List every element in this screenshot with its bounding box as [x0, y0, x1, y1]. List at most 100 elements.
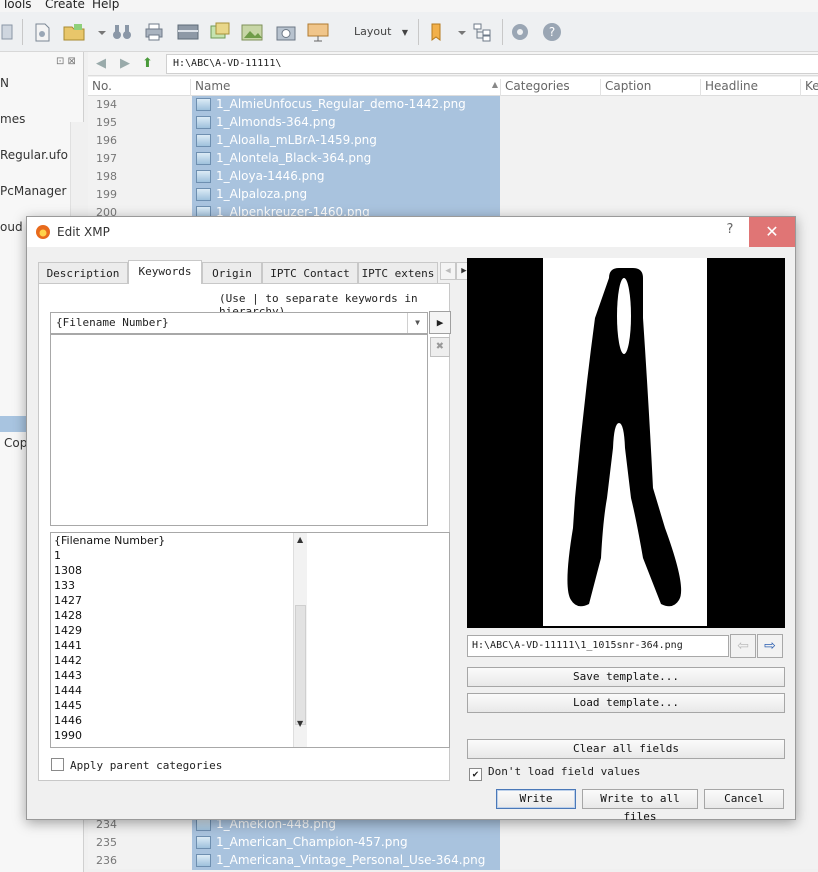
apply-parent-checkbox[interactable]: Apply parent categories — [51, 758, 222, 772]
tab-scroll-left-icon[interactable]: ◀ — [440, 262, 456, 280]
table-row[interactable]: 194 1_AlmieUnfocus_Regular_demo-1442.png — [88, 96, 508, 114]
table-row[interactable]: 236 1_Americana_Vintage_Personal_Use-364.… — [88, 852, 508, 870]
dialog-title-bar[interactable]: Edit XMP ? ✕ — [27, 217, 795, 247]
tree-item[interactable]: mes — [0, 112, 25, 126]
keywords-textarea[interactable] — [50, 334, 428, 526]
tree-item[interactable]: Regular.ufo — [0, 148, 68, 162]
scroll-down-icon[interactable]: ▼ — [297, 719, 303, 728]
column-header-categories[interactable]: Categories — [500, 79, 570, 96]
menu-create[interactable]: Create — [45, 0, 85, 11]
tree-item[interactable]: PcManager — [0, 184, 66, 198]
play-arrow-icon: ▶ — [436, 316, 444, 329]
column-header-caption[interactable]: Caption — [600, 79, 651, 96]
list-item[interactable]: 1441 — [54, 639, 82, 652]
tab-keywords[interactable]: Keywords — [128, 260, 202, 284]
clear-all-fields-button[interactable]: Clear all fields — [467, 739, 785, 759]
toolbar-separator — [502, 19, 503, 45]
list-item[interactable]: 1443 — [54, 669, 82, 682]
list-item[interactable]: {Filename Number} — [54, 534, 165, 547]
column-header-name[interactable]: Name ▲ — [190, 79, 502, 96]
list-item[interactable]: 1444 — [54, 684, 82, 697]
preview-path-field[interactable]: H:\ABC\A-VD-11111\1_1015snr-364.png — [467, 635, 729, 657]
print-icon[interactable] — [142, 21, 166, 43]
edit-xmp-dialog: Edit XMP ? ✕ Description Keywords Origin… — [26, 216, 796, 823]
column-header-headline[interactable]: Headline — [700, 79, 758, 96]
tree-selection — [0, 416, 26, 432]
table-row[interactable]: 197 1_Alontela_Black-364.png — [88, 150, 508, 168]
table-row[interactable]: 195 1_Almonds-364.png — [88, 114, 508, 132]
list-item[interactable]: 133 — [54, 579, 75, 592]
layout-dropdown[interactable]: Layout ▼ — [346, 20, 416, 44]
list-item[interactable]: 1 — [54, 549, 61, 562]
menu-tools[interactable]: Tools — [2, 0, 32, 11]
back-arrow-icon[interactable]: ◀ — [96, 56, 106, 71]
camera-icon[interactable] — [274, 21, 298, 43]
table-row[interactable]: 198 1_Aloya-1446.png — [88, 168, 508, 186]
dropdown-arrow-icon[interactable] — [90, 21, 106, 43]
table-row[interactable]: 199 1_Alpaloza.png — [88, 186, 508, 204]
scrollbar-thumb[interactable] — [295, 605, 306, 725]
image-file-icon — [196, 152, 211, 165]
cancel-button[interactable]: Cancel — [704, 789, 784, 809]
save-template-button[interactable]: Save template... — [467, 667, 785, 687]
checkbox-empty-icon[interactable] — [51, 758, 64, 771]
tree-structure-icon[interactable] — [470, 21, 494, 43]
dialog-help-button[interactable]: ? — [715, 222, 745, 242]
list-item[interactable]: 1990 — [54, 729, 82, 742]
list-item[interactable]: 1427 — [54, 594, 82, 607]
image-gallery-icon[interactable] — [240, 21, 264, 43]
binoculars-icon[interactable] — [110, 21, 134, 43]
arrow-right-icon: ⇨ — [764, 638, 776, 654]
tab-origin[interactable]: Origin — [202, 262, 262, 283]
bookmark-icon[interactable] — [424, 21, 448, 43]
menu-help[interactable]: Help — [92, 0, 119, 11]
keyword-suggestion-list[interactable]: {Filename Number} 1 1308 133 1427 1428 1… — [50, 532, 450, 748]
column-header-keywords[interactable]: Ke — [800, 79, 818, 96]
chevron-down-icon[interactable]: ▼ — [407, 313, 427, 333]
table-row[interactable]: 196 1_Aloalla_mLBrA-1459.png — [88, 132, 508, 150]
list-item[interactable]: 1429 — [54, 624, 82, 637]
tab-iptc-extension[interactable]: IPTC extens — [358, 262, 438, 283]
scanner-icon[interactable] — [176, 21, 200, 43]
tab-description[interactable]: Description — [38, 262, 128, 283]
checkmark-icon[interactable]: ✔ — [469, 768, 482, 781]
forward-arrow-icon[interactable]: ▶ — [120, 56, 130, 71]
add-keyword-button[interactable]: ▶ — [429, 311, 451, 334]
write-to-all-files-button[interactable]: Write to all files — [582, 789, 698, 823]
list-item[interactable]: 1308 — [54, 564, 82, 577]
table-row[interactable]: 235 1_American_Champion-457.png — [88, 834, 508, 852]
tree-item[interactable]: Cop — [4, 436, 27, 450]
list-item[interactable]: 1428 — [54, 609, 82, 622]
next-image-button[interactable]: ⇨ — [757, 634, 783, 658]
tool-icon[interactable] — [0, 21, 24, 43]
dialog-close-button[interactable]: ✕ — [749, 217, 795, 247]
svg-text:?: ? — [549, 25, 555, 39]
arrow-left-icon: ⇦ — [737, 638, 749, 654]
tree-item[interactable]: oud — [0, 220, 23, 234]
tab-iptc-contact[interactable]: IPTC Contact — [262, 262, 358, 283]
list-item[interactable]: 1446 — [54, 714, 82, 727]
new-document-icon[interactable] — [30, 21, 54, 43]
help-icon[interactable]: ? — [540, 21, 564, 43]
image-copy-icon[interactable] — [208, 21, 232, 43]
list-item[interactable]: 1442 — [54, 654, 82, 667]
keyword-combo[interactable]: {Filename Number} ▼ — [50, 312, 428, 334]
tree-item[interactable]: N — [0, 76, 9, 90]
previous-image-button[interactable]: ⇦ — [730, 634, 756, 658]
path-field[interactable]: H:\ABC\A-VD-11111\ — [166, 54, 818, 74]
list-item[interactable]: 1445 — [54, 699, 82, 712]
scroll-up-icon[interactable]: ▲ — [297, 535, 303, 544]
folder-add-icon[interactable] — [62, 21, 86, 43]
dropdown-arrow-icon[interactable] — [450, 21, 466, 43]
slideshow-icon[interactable] — [306, 21, 330, 43]
settings-gear-icon[interactable] — [508, 21, 532, 43]
up-folder-icon[interactable]: ⬆ — [142, 56, 153, 71]
panel-pin-close-icons[interactable]: ⊡ ⊠ — [56, 56, 76, 67]
remove-keyword-button[interactable]: ✖ — [430, 337, 450, 357]
column-header-no[interactable]: No. — [88, 79, 112, 96]
write-button[interactable]: Write — [496, 789, 576, 809]
keyword-list-scrollbar[interactable]: ▲ ▼ — [293, 533, 307, 747]
dont-load-values-checkbox[interactable]: ✔ Don't load field values — [469, 765, 640, 781]
load-template-button[interactable]: Load template... — [467, 693, 785, 713]
dialog-title: Edit XMP — [57, 225, 110, 239]
